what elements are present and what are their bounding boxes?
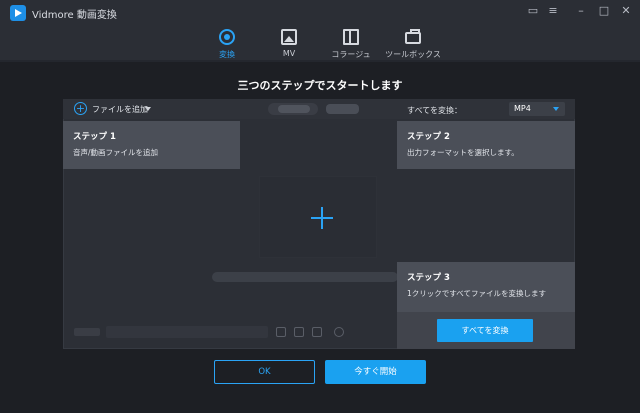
tab-toolbox-label: ツールボックス: [385, 50, 441, 59]
step-3-tooltip: ステップ 3 1クリックですべてファイルを変換します: [397, 262, 575, 312]
folder-icon[interactable]: [276, 327, 286, 337]
step-1-desc: 音声/動画ファイルを追加: [73, 148, 159, 157]
add-plus-icon-vertical: [321, 207, 323, 229]
add-file-label: ファイルを追加: [92, 105, 148, 114]
collage-icon: [343, 29, 359, 45]
chevron-down-icon: [553, 107, 559, 111]
cut-icon[interactable]: [294, 327, 304, 337]
chevron-down-icon[interactable]: [145, 107, 151, 111]
enhance-icon[interactable]: [312, 327, 322, 337]
plus-circle-icon: +: [74, 102, 87, 115]
toolbox-icon: [405, 29, 421, 44]
tab-collage[interactable]: コラージュ: [323, 27, 379, 60]
convert-icon: [219, 29, 235, 45]
tab-mv-label: MV: [282, 49, 296, 58]
main-nav: 変換 MV コラージュ ツールボックス: [0, 25, 640, 60]
menu-icon[interactable]: ≡: [546, 4, 560, 18]
step-2-title: ステップ 2: [407, 132, 450, 142]
maximize-icon[interactable]: □: [597, 4, 611, 18]
placeholder-progress-bar: [212, 272, 398, 282]
step-3-desc: 1クリックですべてファイルを変換します: [407, 289, 546, 298]
mv-icon: [281, 29, 297, 45]
close-icon[interactable]: ✕: [619, 4, 633, 18]
output-format-value: MP4: [514, 104, 531, 113]
app-logo-icon: [10, 5, 26, 21]
tab-convert-label: 変換: [219, 50, 235, 59]
title-bar: Vidmore 動画変換 ▭ ≡ – □ ✕: [0, 0, 640, 25]
tab-mv[interactable]: MV: [261, 27, 317, 60]
save-path-field[interactable]: [106, 326, 268, 338]
step-2-tooltip: ステップ 2 出力フォーマットを選択します。: [397, 121, 575, 169]
convert-all-button[interactable]: すべてを変換: [437, 319, 533, 342]
add-file-drop-zone[interactable]: [259, 176, 377, 258]
convert-all-to-label: すべてを変換：: [407, 106, 462, 115]
tab-convert[interactable]: 変換: [199, 27, 255, 60]
placeholder-pill-left-inner: [278, 105, 310, 113]
tab-toolbox[interactable]: ツールボックス: [385, 27, 441, 60]
step-2-desc: 出力フォーマットを選択します。: [407, 148, 519, 157]
save-path-label-placeholder: [74, 328, 100, 336]
step-1-title: ステップ 1: [73, 132, 116, 142]
step-3-title: ステップ 3: [407, 273, 450, 283]
step-1-tooltip: ステップ 1 音声/動画ファイルを追加: [63, 121, 240, 169]
minimize-icon[interactable]: –: [574, 4, 588, 18]
feedback-icon[interactable]: ▭: [526, 4, 540, 18]
start-now-button[interactable]: 今すぐ開始: [325, 360, 426, 384]
page-heading: 三つのステップでスタートします: [237, 79, 403, 92]
tab-collage-label: コラージュ: [331, 50, 371, 59]
app-title: Vidmore 動画変換: [32, 10, 117, 21]
output-format-select[interactable]: MP4: [509, 102, 565, 116]
ok-button[interactable]: OK: [214, 360, 315, 384]
settings-icon[interactable]: [334, 327, 344, 337]
placeholder-pill-right: [326, 104, 359, 114]
